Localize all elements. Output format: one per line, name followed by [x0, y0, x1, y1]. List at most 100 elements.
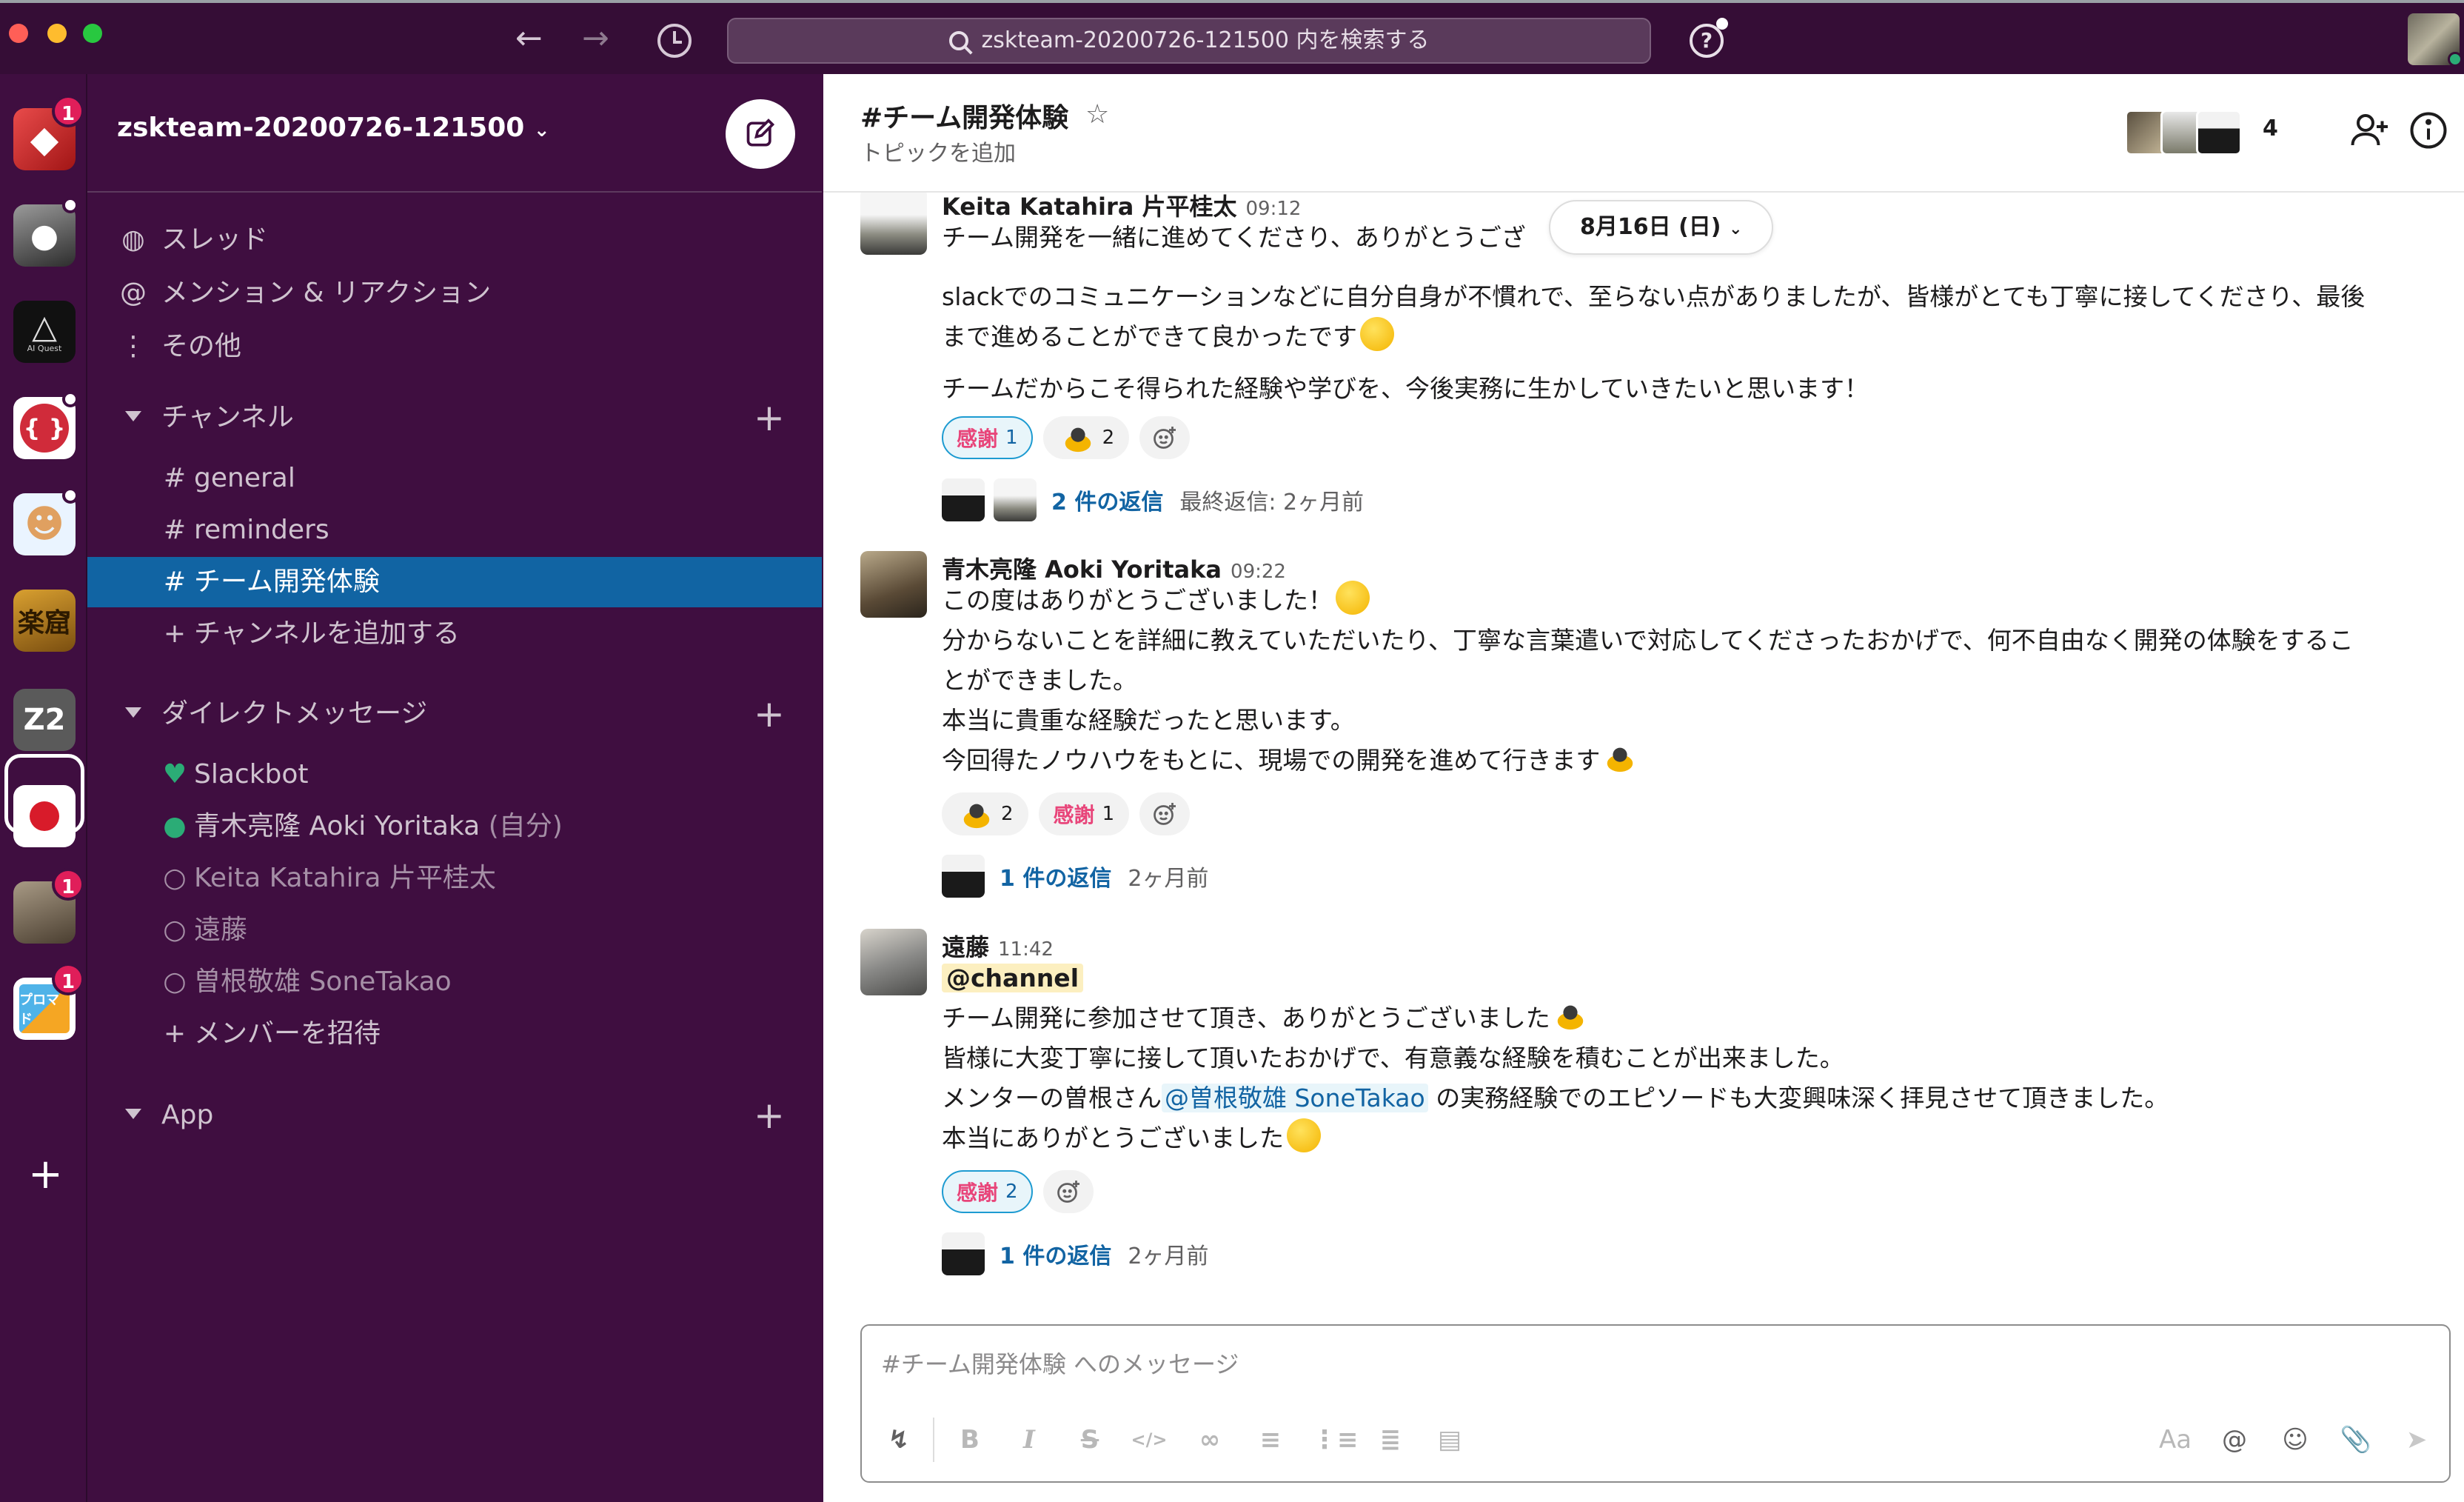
- dm-label: 青木亮隆 Aoki Yoritaka: [194, 811, 481, 841]
- sidebar-item-reminders[interactable]: # reminders: [87, 505, 822, 555]
- add-app-plus-icon[interactable]: +: [754, 1090, 785, 1141]
- date-divider-pill[interactable]: 8月16日 (日) ⌄: [1549, 200, 1774, 255]
- add-reaction-button[interactable]: [1139, 792, 1191, 835]
- workspace-gakukutsu[interactable]: 楽窟: [13, 590, 76, 652]
- reaction-kansha[interactable]: 感謝 1: [1038, 792, 1130, 835]
- thread-summary[interactable]: 1 件の返信 2ヶ月前: [942, 853, 1208, 899]
- bulleted-list-icon[interactable]: ⋮≡: [1312, 1421, 1359, 1459]
- sidebar-item-mentions[interactable]: @ メンション & リアクション: [87, 268, 822, 318]
- add-channel-button[interactable]: + チャンネルを追加する: [87, 609, 822, 659]
- channel-title[interactable]: #チーム開発体験: [860, 96, 1068, 135]
- add-channel-label: チャンネルを追加する: [194, 618, 460, 649]
- reaction-bow[interactable]: 2: [942, 792, 1028, 835]
- message-text: 皆様に大変丁寧に接して頂いたおかげで、有意義な経験を積むことが出来ました。: [942, 1044, 1844, 1072]
- message-list: Keita Katahira 片平桂太 09:12 チーム開発を一緒に進めてくださ…: [823, 193, 2464, 1318]
- member-count[interactable]: 4: [2263, 116, 2278, 141]
- code-brackets-icon: { }: [20, 404, 69, 453]
- author-name[interactable]: 青木亮隆 Aoki Yoritaka: [942, 555, 1222, 584]
- workspace-name-menu[interactable]: zskteam-20200726-121500 ⌄: [117, 113, 550, 143]
- minimize-window-button[interactable]: [47, 24, 67, 43]
- info-icon[interactable]: [2406, 108, 2451, 153]
- sidebar-item-self[interactable]: ● 青木亮隆 Aoki Yoritaka (自分): [87, 801, 822, 852]
- zoom-window-button[interactable]: [83, 24, 102, 43]
- add-channel-plus-icon[interactable]: +: [754, 393, 785, 443]
- author-avatar[interactable]: [860, 929, 927, 995]
- self-suffix: (自分): [488, 811, 563, 841]
- reaction-kansha[interactable]: 感謝 1: [942, 416, 1033, 459]
- send-icon[interactable]: ➤: [2397, 1421, 2436, 1459]
- author-avatar[interactable]: [860, 551, 927, 618]
- message-input[interactable]: [881, 1342, 2428, 1386]
- reactions-bar: 2 感謝 1: [942, 792, 1191, 835]
- sidebar-item-slackbot[interactable]: ♥ Slackbot: [87, 750, 822, 800]
- reaction-bow[interactable]: 2: [1042, 416, 1130, 459]
- forward-arrow-icon[interactable]: →: [582, 19, 609, 58]
- author-avatar[interactable]: [860, 193, 927, 255]
- attachment-paperclip-icon[interactable]: 📎: [2337, 1421, 2375, 1459]
- sidebar-item-endo[interactable]: ○ 遠藤: [87, 905, 822, 955]
- author-name[interactable]: Keita Katahira 片平桂太: [942, 193, 1237, 221]
- code-icon[interactable]: </>: [1130, 1421, 1168, 1459]
- channel-mention[interactable]: @channel: [942, 964, 1084, 992]
- blockquote-icon[interactable]: ≣: [1371, 1421, 1410, 1459]
- formatting-toggle-icon[interactable]: Aa: [2156, 1421, 2194, 1459]
- ordered-list-icon[interactable]: ≡: [1251, 1421, 1290, 1459]
- reply-avatar: [994, 478, 1037, 521]
- unread-badge: 1: [52, 963, 84, 995]
- thread-last-reply: 2ヶ月前: [1128, 866, 1209, 892]
- smiley-emoji-icon: [1360, 317, 1394, 351]
- code-block-icon[interactable]: ▤: [1430, 1421, 1469, 1459]
- search-bar[interactable]: zskteam-20200726-121500 内を検索する: [727, 18, 1651, 64]
- italic-icon[interactable]: I: [1010, 1421, 1048, 1459]
- reaction-kansha[interactable]: 感謝 2: [942, 1170, 1033, 1213]
- thread-summary[interactable]: 1 件の返信 2ヶ月前: [942, 1231, 1208, 1277]
- member-avatar[interactable]: [2196, 110, 2242, 156]
- sidebar-item-general[interactable]: # general: [87, 453, 822, 504]
- app-section-header[interactable]: App +: [87, 1090, 822, 1141]
- message-text: 本当に貴重な経験だったと思います。: [942, 706, 1355, 735]
- sidebar-item-katahira[interactable]: ○ Keita Katahira 片平桂太: [87, 853, 822, 904]
- bold-icon[interactable]: B: [951, 1421, 989, 1459]
- thread-summary[interactable]: 2 件の返信 最終返信: 2ヶ月前: [942, 477, 1364, 523]
- message-time[interactable]: 09:12: [1246, 198, 1302, 220]
- bow-emoji-icon: [963, 804, 990, 829]
- add-workspace-button[interactable]: +: [28, 1154, 63, 1195]
- emoji-picker-icon[interactable]: ☺: [2276, 1421, 2314, 1459]
- channel-topic[interactable]: トピックを追加: [860, 135, 1016, 167]
- workspace-japan[interactable]: [13, 785, 76, 847]
- channels-section-header[interactable]: チャンネル +: [87, 393, 822, 443]
- sidebar-item-more[interactable]: ⋮ その他: [87, 321, 822, 372]
- author-name[interactable]: 遠藤: [942, 933, 989, 961]
- link-icon[interactable]: ∞: [1191, 1421, 1229, 1459]
- strikethrough-icon[interactable]: S: [1071, 1421, 1109, 1459]
- add-reaction-button[interactable]: [1042, 1170, 1094, 1213]
- invite-members-button[interactable]: + メンバーを招待: [87, 1009, 822, 1059]
- add-reaction-button[interactable]: [1139, 416, 1191, 459]
- hash-icon: #: [163, 567, 187, 597]
- chevron-down-icon: ⌄: [533, 119, 550, 141]
- history-clock-icon[interactable]: [657, 24, 692, 58]
- kansha-emoji: 感謝: [1053, 803, 1095, 827]
- mention-at-icon[interactable]: @: [2215, 1421, 2254, 1459]
- compose-button[interactable]: [726, 99, 795, 169]
- shortcuts-lightning-icon[interactable]: ↯: [880, 1421, 918, 1459]
- message-time[interactable]: 11:42: [998, 938, 1054, 961]
- back-arrow-icon[interactable]: ←: [515, 19, 543, 58]
- thread-reply-link[interactable]: 2 件の返信: [1051, 484, 1163, 516]
- workspace-gorilla[interactable]: ●: [13, 204, 76, 267]
- dm-section-header[interactable]: ダイレクトメッセージ +: [87, 689, 822, 739]
- workspace-z2[interactable]: Z2: [13, 689, 76, 751]
- star-icon[interactable]: ☆: [1085, 99, 1109, 130]
- sidebar-item-threads[interactable]: ◍ スレッド: [87, 215, 822, 265]
- thread-reply-link[interactable]: 1 件の返信: [1000, 1238, 1111, 1270]
- add-dm-plus-icon[interactable]: +: [754, 689, 785, 739]
- sidebar-item-sone[interactable]: ○ 曽根敬雄 SoneTakao: [87, 957, 822, 1007]
- close-window-button[interactable]: [9, 24, 28, 43]
- thread-reply-link[interactable]: 1 件の返信: [1000, 860, 1111, 892]
- reaction-count: 2: [1005, 1181, 1018, 1203]
- message-time[interactable]: 09:22: [1231, 561, 1286, 583]
- workspace-ai-quest[interactable]: △ AI Quest: [13, 301, 76, 363]
- user-mention[interactable]: @曽根敬雄 SoneTakao: [1162, 1084, 1428, 1112]
- add-member-icon[interactable]: [2347, 108, 2391, 153]
- sidebar-item-team-dev[interactable]: # チーム開発体験: [87, 557, 822, 607]
